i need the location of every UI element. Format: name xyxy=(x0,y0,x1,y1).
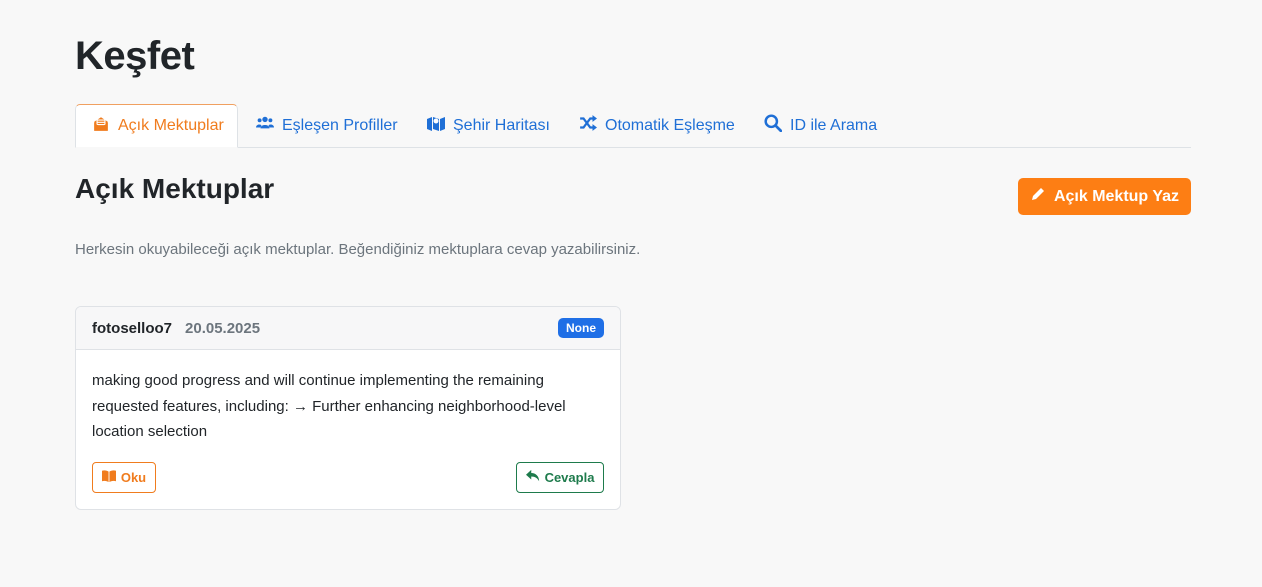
read-label: Oku xyxy=(120,470,147,485)
page-title: Keşfet xyxy=(75,34,195,78)
write-open-letter-label: Açık Mektup Yaz xyxy=(1053,187,1180,205)
status-badge: None xyxy=(558,318,604,338)
tab-label: Açık Mektuplar xyxy=(118,117,224,134)
tab-otomatik-eslesme[interactable]: Otomatik Eşleşme xyxy=(579,104,735,147)
letter-author: fotoselloo7 xyxy=(92,319,173,337)
users-icon xyxy=(256,114,274,137)
read-button[interactable]: Oku xyxy=(92,462,156,493)
envelope-open-icon xyxy=(92,115,110,138)
search-icon xyxy=(764,114,783,137)
tab-label: Eşleşen Profiller xyxy=(282,116,398,134)
book-open-icon xyxy=(101,469,116,486)
reply-icon xyxy=(525,469,540,486)
tab-id-ile-arama[interactable]: ID ile Arama xyxy=(764,104,877,147)
tab-label: Şehir Haritası xyxy=(453,116,550,134)
pencil-icon xyxy=(1030,186,1046,207)
tab-label: ID ile Arama xyxy=(790,116,878,134)
section-description: Herkesin okuyabileceği açık mektuplar. B… xyxy=(75,241,641,258)
tab-eslesen-profiller[interactable]: Eşleşen Profiller xyxy=(256,104,398,147)
letter-date: 20.05.2025 xyxy=(185,319,261,337)
tab-acik-mektuplar[interactable]: Açık Mektuplar xyxy=(75,104,238,148)
tab-sehir-haritasi[interactable]: Şehir Haritası xyxy=(427,104,550,147)
write-open-letter-button[interactable]: Açık Mektup Yaz xyxy=(1018,178,1191,215)
tab-bar: Açık Mektuplar Eşleşen Profiller Şehir H… xyxy=(75,104,1191,148)
reply-button[interactable]: Cevapla xyxy=(516,462,604,493)
map-icon xyxy=(427,114,445,137)
letter-body: making good progress and will continue i… xyxy=(92,372,566,440)
shuffle-icon xyxy=(579,114,597,137)
letter-card: fotoselloo7 20.05.2025 None making good … xyxy=(75,306,621,510)
tab-label: Otomatik Eşleşme xyxy=(605,116,735,134)
letter-card-header: fotoselloo7 20.05.2025 None xyxy=(76,307,620,350)
reply-label: Cevapla xyxy=(544,470,595,485)
section-title: Açık Mektuplar xyxy=(75,173,275,204)
